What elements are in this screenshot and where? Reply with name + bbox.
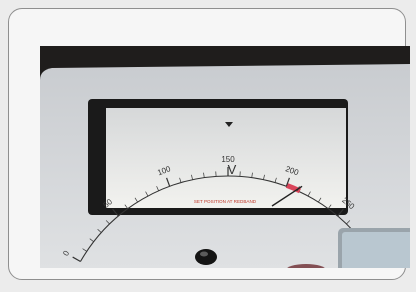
- voltmeter-photo: 050100150200250300 V SET POSITION AT RED…: [40, 46, 410, 268]
- photo: 050100150200250300 V SET POSITION AT RED…: [40, 46, 410, 268]
- meter-footer-text: SET POSITION AT REDBAND: [194, 199, 257, 204]
- unit-label: V: [228, 162, 237, 177]
- display-screen: [342, 232, 410, 268]
- knob: [195, 249, 217, 265]
- knob-highlight: [200, 251, 208, 257]
